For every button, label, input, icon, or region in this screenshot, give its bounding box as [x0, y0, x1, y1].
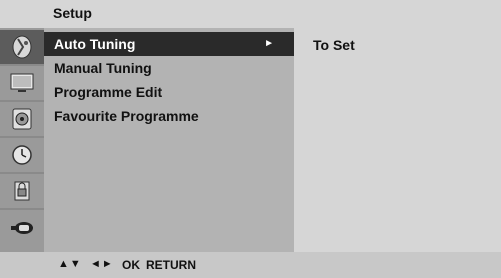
clock-time-icon [12, 145, 32, 165]
input-source-icon [11, 222, 33, 234]
monitor-picture-icon [10, 73, 34, 92]
menu-item-programme-edit[interactable]: Programme Edit [44, 80, 294, 104]
tuning-antenna-icon [12, 35, 32, 59]
menu-item-label: Auto Tuning [54, 36, 136, 52]
sidebar-item-picture[interactable] [0, 66, 44, 102]
lock-option-icon [14, 181, 30, 201]
arrow-right-icon: ► [264, 38, 274, 49]
menu-item-auto-tuning[interactable]: Auto Tuning ► [44, 32, 294, 56]
sidebar-item-option[interactable] [0, 174, 44, 210]
menu-item-label: Programme Edit [54, 84, 163, 100]
menu-header: Setup [0, 0, 501, 28]
page-title: Setup [53, 5, 92, 21]
submenu-label[interactable]: To Set [313, 37, 355, 53]
setup-menu-list: Auto Tuning ► Manual Tuning Programme Ed… [44, 28, 294, 252]
sidebar-item-input[interactable] [0, 210, 44, 246]
speaker-sound-icon [12, 108, 32, 130]
menu-item-favourite-programme[interactable]: Favourite Programme [44, 104, 294, 128]
sidebar-item-time[interactable] [0, 138, 44, 174]
return-hint: RETURN [146, 258, 196, 272]
menu-item-label: Manual Tuning [54, 60, 152, 76]
footer-hint-bar: ▲▼ ◄► OK RETURN [0, 252, 501, 278]
sidebar [0, 28, 44, 252]
ok-hint: OK [122, 258, 140, 272]
sidebar-item-sound[interactable] [0, 102, 44, 138]
left-right-arrows-icon: ◄► [90, 258, 114, 270]
menu-item-manual-tuning[interactable]: Manual Tuning [44, 56, 294, 80]
sidebar-item-setup[interactable] [0, 30, 44, 66]
up-down-arrows-icon: ▲▼ [58, 258, 82, 270]
menu-item-label: Favourite Programme [54, 108, 199, 124]
submenu-panel: To Set [294, 28, 501, 252]
